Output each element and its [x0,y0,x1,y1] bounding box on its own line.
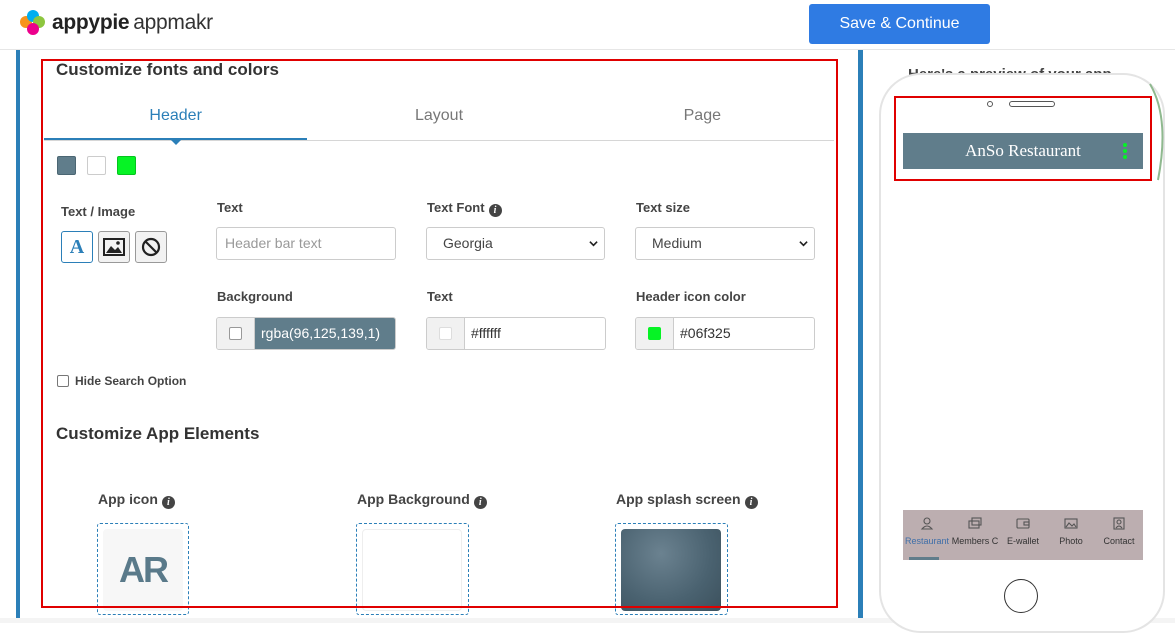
text-mode-button[interactable]: A [61,231,93,263]
save-continue-button[interactable]: Save & Continue [809,4,990,44]
appypie-logo-icon [20,10,46,36]
preview-tab-restaurant[interactable]: Restaurant [903,510,951,560]
pointer-arrow-icon [1149,83,1164,181]
prohibited-icon [141,237,161,257]
text-size-select[interactable]: Medium [635,227,815,260]
app-icon-upload[interactable]: AR [97,523,189,615]
swatch-background[interactable] [57,156,76,175]
more-vertical-icon [1123,143,1127,159]
preview-app-header: AnSo Restaurant [903,133,1143,169]
header-icon-color-label: Header icon color [636,289,746,304]
preview-tab-photo[interactable]: Photo [1047,510,1095,560]
chevron-down-icon [799,241,808,247]
header-icon-color-field[interactable]: #06f325 [635,317,815,350]
text-color-value[interactable]: #ffffff [465,318,605,349]
background-color-checkbox[interactable] [217,318,255,349]
text-label: Text [217,200,243,215]
phone-speaker [1009,101,1055,107]
app-background-label: App Background i [357,491,487,509]
text-image-label: Text / Image [61,204,136,219]
app-splash-label: App splash screen i [616,491,758,509]
app-icon-label: App icon i [98,491,175,509]
app-icon-preview: AR [103,529,183,611]
text-font-select[interactable]: Georgia [426,227,605,260]
none-mode-button[interactable] [135,231,167,263]
hide-search-checkbox[interactable] [57,375,69,387]
tab-header[interactable]: Header [44,95,308,145]
top-bar: appypie appmakr Save & Continue [0,0,1175,50]
person-icon [920,517,934,530]
preview-header-title: AnSo Restaurant [965,141,1081,160]
text-color-label: Text [427,289,453,304]
app-splash-upload[interactable] [615,523,728,615]
panel-divider [858,50,863,623]
text-font-label: Text Font i [427,200,502,217]
icon-color-chip[interactable] [636,318,674,349]
tab-page[interactable]: Page [571,95,834,140]
app-splash-preview [621,529,721,611]
tab-layout[interactable]: Layout [307,95,570,140]
customize-tabs: Header Layout Page [44,95,834,145]
chevron-down-icon [589,241,598,247]
header-text-input[interactable]: Header bar text [216,227,396,260]
swatch-text[interactable] [87,156,106,175]
letter-a-icon: A [69,235,85,258]
text-size-label: Text size [636,200,690,215]
app-elements-title: Customize App Elements [56,424,260,443]
info-icon[interactable]: i [161,496,175,509]
wallet-icon [1016,518,1030,529]
appypie-logo[interactable]: appypie appmakr [20,10,213,36]
image-icon [103,238,125,256]
app-background-upload[interactable] [356,523,469,615]
left-panel-border [16,50,20,623]
app-background-preview [362,529,462,611]
contact-icon [1113,517,1125,530]
text-color-field[interactable]: #ffffff [426,317,606,350]
photo-icon [1064,518,1078,529]
brand-name: appypie appmakr [52,11,213,34]
info-icon[interactable]: i [473,496,487,509]
text-color-chip[interactable] [427,318,465,349]
app-icon-initials: AR [119,549,169,590]
preview-tab-bar: Restaurant Members C E-wallet Photo Cont… [903,510,1143,560]
background-label: Background [217,289,293,304]
swatch-icon[interactable] [117,156,136,175]
preview-tab-ewallet[interactable]: E-wallet [999,510,1047,560]
info-icon[interactable]: i [488,204,502,217]
image-mode-button[interactable] [98,231,130,263]
icon-color-value[interactable]: #06f325 [674,318,814,349]
hide-search-label: Hide Search Option [75,374,187,388]
background-color-field[interactable]: rgba(96,125,139,1) [216,317,396,350]
fonts-colors-title: Customize fonts and colors [56,60,279,79]
preview-tab-members[interactable]: Members C [951,510,999,560]
background-color-value[interactable]: rgba(96,125,139,1) [255,318,395,349]
cards-icon [968,517,982,529]
preview-tab-contact[interactable]: Contact [1095,510,1143,560]
info-icon[interactable]: i [744,496,758,509]
phone-camera [987,101,993,107]
phone-home-button [1004,579,1038,613]
